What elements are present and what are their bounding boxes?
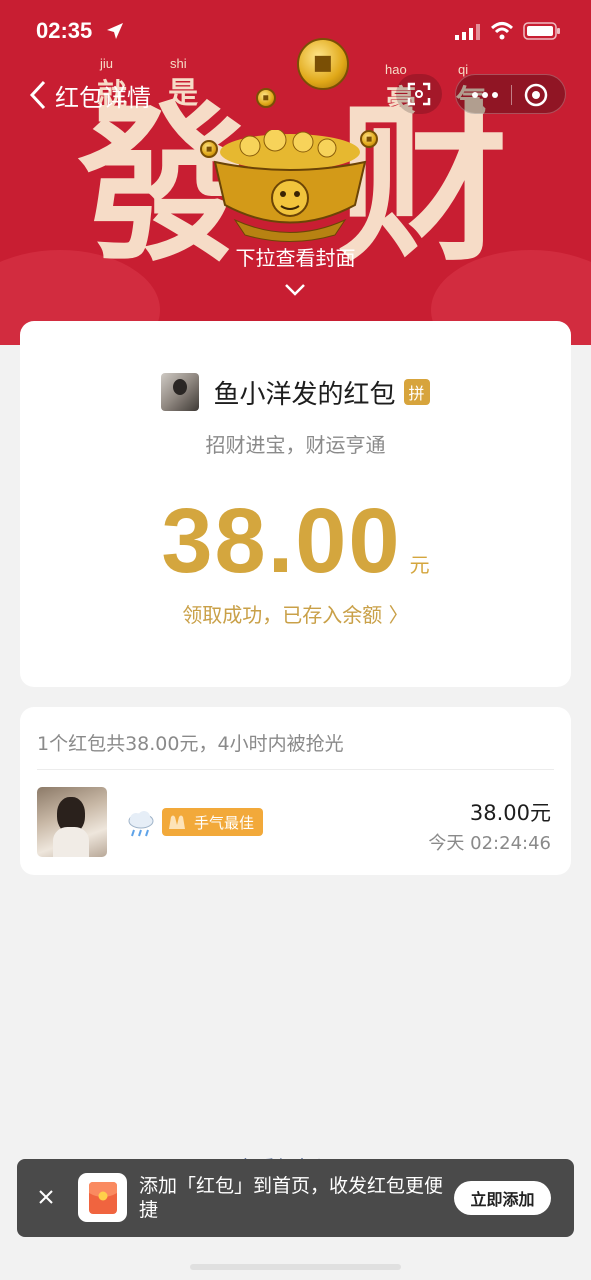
- capsule-divider: [511, 85, 512, 105]
- balance-link[interactable]: 领取成功，已存入余额 〉: [20, 599, 571, 628]
- back-icon[interactable]: [28, 80, 48, 110]
- miniprogram-capsule: [455, 74, 566, 114]
- home-indicator[interactable]: [190, 1264, 401, 1270]
- best-luck-label: 手气最佳: [194, 813, 255, 832]
- status-bar: 02:35: [0, 0, 591, 64]
- scan-icon: [407, 82, 431, 106]
- treasure-bowl-image: [213, 130, 367, 242]
- location-arrow-icon: [107, 23, 123, 39]
- close-icon[interactable]: [37, 1188, 55, 1206]
- sender-avatar[interactable]: [161, 373, 200, 411]
- miniprogram-close-icon[interactable]: [524, 83, 548, 107]
- divider: [37, 769, 554, 770]
- page-title: 红包详情: [55, 84, 151, 112]
- greeting-text: 招财进宝，财运亨通: [205, 433, 386, 457]
- red-packet-app-icon: [78, 1173, 127, 1222]
- sender-row: 鱼小洋发的红包 拼: [20, 371, 571, 413]
- status-time: 02:35: [36, 18, 93, 43]
- claim-record-card: 1个红包共38.00元，4小时内被抢光 手气最佳 38.00元 今天 02:24…: [20, 707, 571, 875]
- best-luck-badge: 手气最佳: [162, 808, 264, 836]
- amount-row: 38.00 元: [20, 489, 571, 594]
- toast-message: 添加「红包」到首页，收发红包更便捷: [139, 1175, 444, 1221]
- red-packet-card: 鱼小洋发的红包 拼 招财进宝，财运亨通 38.00 元 领取成功，已存入余额 〉: [20, 321, 571, 687]
- avatar[interactable]: [37, 787, 107, 857]
- signal-icon: [455, 24, 480, 40]
- pull-down-hint: 下拉查看封面: [235, 246, 356, 270]
- claim-time: 今天 02:24:46: [428, 833, 551, 854]
- chevron-down-icon[interactable]: [283, 282, 307, 298]
- battery-icon: [523, 22, 560, 40]
- pinyin-label: hao: [385, 62, 407, 77]
- scan-button[interactable]: [396, 74, 442, 114]
- rain-cloud-icon: [128, 811, 154, 837]
- amount-value: 38.00: [161, 490, 402, 592]
- amount-unit: 元: [409, 553, 430, 577]
- wifi-icon: [490, 22, 514, 40]
- sender-name: 鱼小洋发的红包: [213, 379, 396, 410]
- hands-icon: [169, 815, 185, 829]
- more-icon[interactable]: [470, 87, 500, 103]
- add-to-home-toast: 添加「红包」到首页，收发红包更便捷 立即添加: [17, 1159, 574, 1237]
- gold-coin: [256, 88, 276, 108]
- claim-amount: 38.00元: [469, 801, 551, 825]
- pin-badge: 拼: [403, 379, 430, 405]
- claim-summary: 1个红包共38.00元，4小时内被抢光: [37, 733, 344, 755]
- add-now-button[interactable]: 立即添加: [454, 1181, 551, 1215]
